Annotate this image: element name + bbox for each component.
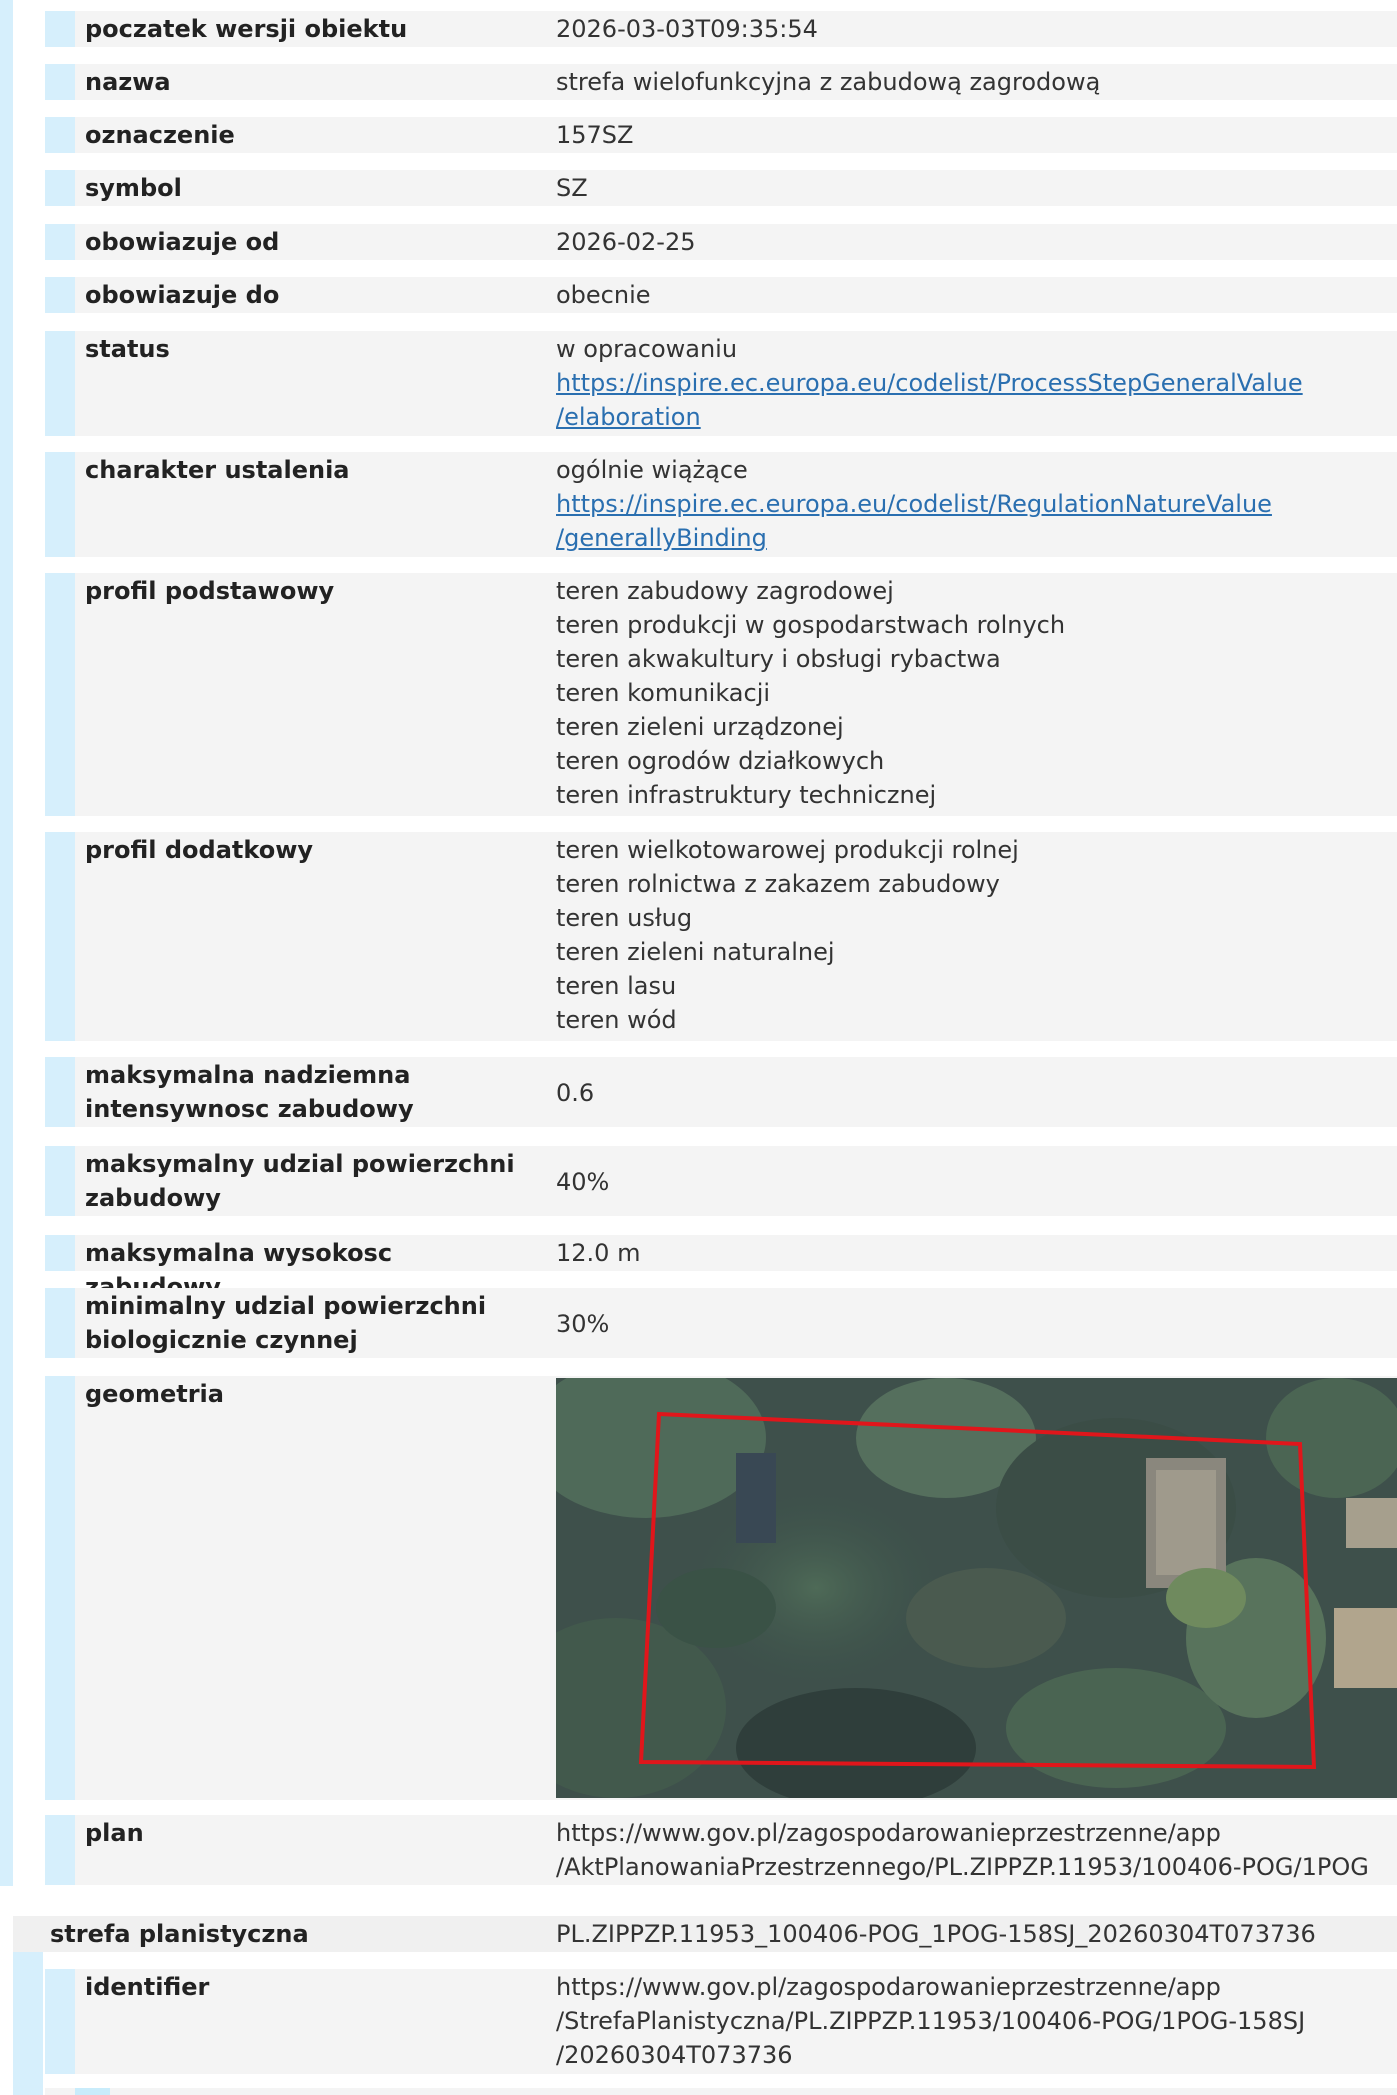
link-line: https://inspire.ec.europa.eu/codelist/Pr…	[556, 369, 1303, 397]
row-accent	[45, 1235, 75, 1271]
attribute-label: status	[85, 335, 170, 363]
attribute-value: https://www.gov.pl/zagospodarowanieprzes…	[556, 1970, 1386, 2072]
list-item: teren akwakultury i obsługi rybactwa	[556, 645, 1001, 673]
label-line: intensywnosc zabudowy	[85, 1095, 414, 1123]
section-title: strefa planistyczna	[50, 1920, 309, 1948]
attribute-row	[45, 2088, 1397, 2095]
label-line: zabudowy	[85, 1184, 221, 1212]
attribute-label: obowiazuje od	[85, 228, 280, 256]
attribute-value: 2026-02-25	[556, 228, 696, 256]
regulation-text: ogólnie wiążące	[556, 456, 748, 484]
label-line: biologicznie czynnej	[85, 1326, 358, 1354]
list-item: teren ogrodów działkowych	[556, 747, 885, 775]
row-accent	[45, 452, 75, 557]
identifier-line: /StrefaPlanistyczna/PL.ZIPPZP.11953/1004…	[556, 2007, 1306, 2035]
row-accent	[45, 331, 75, 436]
attribute-value: 12.0 m	[556, 1239, 641, 1267]
attribute-value: 40%	[556, 1168, 610, 1196]
attribute-value: 30%	[556, 1310, 610, 1338]
row-accent	[45, 64, 75, 100]
list-item: teren lasu	[556, 972, 677, 1000]
row-accent	[45, 11, 75, 47]
section-id-value: PL.ZIPPZP.11953_100406-POG_1POG-158SJ_20…	[556, 1920, 1316, 1948]
attribute-value: 157SZ	[556, 121, 634, 149]
regulation-codelist-link[interactable]: https://inspire.ec.europa.eu/codelist/Re…	[556, 487, 1386, 555]
attribute-value: w opracowaniu https://inspire.ec.europa.…	[556, 332, 1386, 434]
attribute-label: geometria	[85, 1380, 224, 1408]
attribute-value: 2026-03-03T09:35:54	[556, 15, 818, 43]
attribute-value: obecnie	[556, 281, 651, 309]
attribute-label: obowiazuje do	[85, 281, 280, 309]
attribute-label: maksymalna nadziemna intensywnosc zabudo…	[85, 1058, 525, 1126]
attribute-label: plan	[85, 1819, 144, 1847]
attribute-label: symbol	[85, 174, 182, 202]
attribute-label: maksymalny udzial powierzchni zabudowy	[85, 1147, 525, 1215]
attribute-label: poczatek wersji obiektu	[85, 15, 408, 43]
attribute-label: identifier	[85, 1973, 210, 2001]
attribute-value: ogólnie wiążące https://inspire.ec.europ…	[556, 453, 1386, 555]
list-item: teren infrastruktury technicznej	[556, 781, 937, 809]
link-line: /elaboration	[556, 403, 701, 431]
row-accent	[75, 2088, 110, 2095]
row-accent	[45, 277, 75, 313]
attribute-label: profil dodatkowy	[85, 836, 314, 864]
identifier-line: https://www.gov.pl/zagospodarowanieprzes…	[556, 1973, 1221, 2001]
row-accent	[45, 117, 75, 153]
list-item: teren wód	[556, 1006, 677, 1034]
list-item: teren rolnictwa z zakazem zabudowy	[556, 870, 1000, 898]
attribute-value-list: teren wielkotowarowej produkcji rolnej t…	[556, 833, 1386, 1037]
list-item: teren usług	[556, 904, 693, 932]
aerial-photo	[556, 1378, 1397, 1798]
row-accent	[45, 1969, 75, 2074]
feature-outer-accent	[0, 0, 13, 1886]
identifier-line: /20260304T073736	[556, 2041, 793, 2069]
row-accent	[45, 1146, 75, 1216]
row-accent	[45, 573, 75, 816]
attribute-label: oznaczenie	[85, 121, 235, 149]
attribute-label: charakter ustalenia	[85, 456, 350, 484]
attribute-label: nazwa	[85, 68, 171, 96]
section-accent	[13, 1952, 43, 2095]
attribute-label: minimalny udzial powierzchni biologiczni…	[85, 1289, 525, 1357]
row-accent	[45, 1288, 75, 1358]
geometry-aerial-map[interactable]	[556, 1378, 1397, 1798]
attribute-value: strefa wielofunkcyjna z zabudową zagrodo…	[556, 68, 1101, 96]
row-accent	[45, 1376, 75, 1800]
row-accent	[45, 1815, 75, 1885]
list-item: teren zieleni urządzonej	[556, 713, 844, 741]
row-accent	[45, 1057, 75, 1127]
plan-url-line: /AktPlanowaniaPrzestrzennego/PL.ZIPPZP.1…	[556, 1853, 1369, 1881]
attribute-value: 0.6	[556, 1079, 595, 1107]
attribute-value-list: teren zabudowy zagrodowej teren produkcj…	[556, 574, 1386, 812]
list-item: teren zieleni naturalnej	[556, 938, 835, 966]
row-accent	[45, 170, 75, 206]
attribute-value: https://www.gov.pl/zagospodarowanieprzes…	[556, 1816, 1386, 1884]
plan-url-line: https://www.gov.pl/zagospodarowanieprzes…	[556, 1819, 1221, 1847]
list-item: teren produkcji w gospodarstwach rolnych	[556, 611, 1066, 639]
attribute-label: profil podstawowy	[85, 577, 335, 605]
link-line: https://inspire.ec.europa.eu/codelist/Re…	[556, 490, 1272, 518]
status-text: w opracowaniu	[556, 335, 738, 363]
attribute-value: SZ	[556, 174, 588, 202]
list-item: teren komunikacji	[556, 679, 771, 707]
status-codelist-link[interactable]: https://inspire.ec.europa.eu/codelist/Pr…	[556, 366, 1386, 434]
row-accent	[45, 832, 75, 1041]
label-line: maksymalna nadziemna	[85, 1061, 411, 1089]
list-item: teren zabudowy zagrodowej	[556, 577, 894, 605]
row-accent	[45, 224, 75, 260]
list-item: teren wielkotowarowej produkcji rolnej	[556, 836, 1019, 864]
label-line: minimalny udzial powierzchni	[85, 1292, 487, 1320]
link-line: /generallyBinding	[556, 524, 767, 552]
label-line: maksymalny udzial powierzchni	[85, 1150, 515, 1178]
